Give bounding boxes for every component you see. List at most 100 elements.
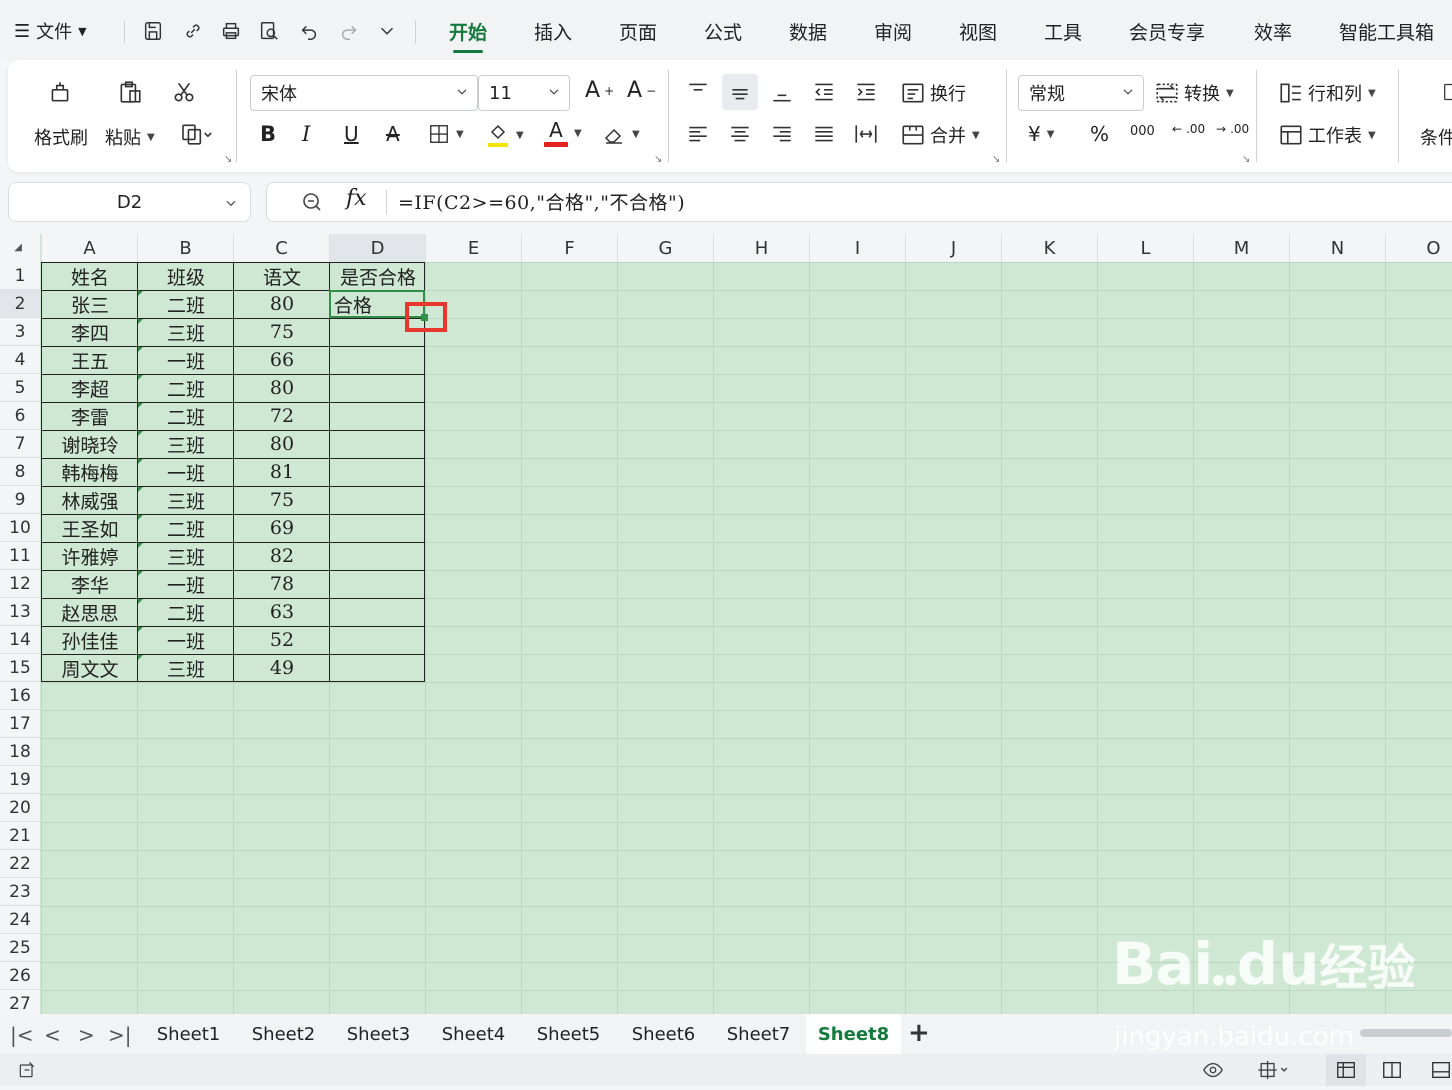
row-header[interactable]: 19 [0, 766, 40, 794]
cell[interactable]: 周文文 [42, 654, 138, 682]
cell[interactable]: 69 [234, 514, 330, 542]
row-header[interactable]: 17 [0, 710, 40, 738]
file-menu[interactable]: ☰ 文件 ▼ [14, 18, 87, 44]
distribute-icon[interactable] [852, 120, 880, 148]
column-header[interactable]: C [234, 234, 330, 262]
paste-icon[interactable] [114, 76, 146, 108]
tab-page[interactable]: 页面 [619, 18, 657, 45]
row-header[interactable]: 4 [0, 346, 40, 374]
print-icon[interactable] [219, 19, 243, 43]
cell[interactable]: 81 [234, 458, 330, 486]
format-painter-label[interactable]: 格式刷 [34, 124, 88, 150]
cell[interactable]: 孙佳佳 [42, 626, 138, 654]
column-header[interactable]: H [714, 234, 810, 262]
column-header[interactable]: E [426, 234, 522, 262]
cell[interactable] [330, 458, 426, 486]
cell[interactable]: 49 [234, 654, 330, 682]
row-header[interactable]: 24 [0, 906, 40, 934]
merge-button[interactable]: 合并 ▼ [900, 122, 980, 148]
decrease-font-size-button[interactable]: A − [627, 78, 656, 103]
cell[interactable] [330, 514, 426, 542]
cell[interactable]: 三班 [138, 542, 234, 570]
cell[interactable]: 赵思思 [42, 598, 138, 626]
cell[interactable]: 李华 [42, 570, 138, 598]
normal-view-icon[interactable] [1326, 1054, 1366, 1086]
row-header[interactable]: 13 [0, 598, 40, 626]
copy-icon[interactable] [174, 120, 218, 148]
font-size-select[interactable]: 11 [478, 75, 570, 111]
cell[interactable]: 三班 [138, 654, 234, 682]
row-header[interactable]: 25 [0, 934, 40, 962]
cell[interactable]: 66 [234, 346, 330, 374]
format-painter-icon[interactable] [44, 76, 76, 108]
cell[interactable]: 一班 [138, 458, 234, 486]
prev-sheet-icon[interactable]: < [44, 1023, 61, 1047]
row-header[interactable]: 22 [0, 850, 40, 878]
strikethrough-button[interactable]: A [386, 122, 400, 146]
fill-handle[interactable] [421, 314, 428, 321]
row-header[interactable]: 6 [0, 402, 40, 430]
bold-button[interactable]: B [260, 122, 276, 146]
cell[interactable]: 韩梅梅 [42, 458, 138, 486]
column-header[interactable]: A [42, 234, 138, 262]
row-col-button[interactable]: 行和列 ▼ [1278, 80, 1376, 106]
page-view-icon[interactable] [1380, 1059, 1406, 1081]
freeze-icon[interactable] [1254, 1059, 1294, 1081]
cell[interactable]: 姓名 [42, 262, 138, 290]
cell[interactable]: 班级 [138, 262, 234, 290]
cell[interactable]: 三班 [138, 430, 234, 458]
row-header[interactable]: 12 [0, 570, 40, 598]
cell[interactable] [330, 654, 426, 682]
add-sheet-button[interactable]: + [908, 1018, 930, 1048]
column-header[interactable]: N [1290, 234, 1386, 262]
cell[interactable] [330, 374, 426, 402]
tab-formula[interactable]: 公式 [704, 18, 742, 45]
cell[interactable] [330, 486, 426, 514]
cell[interactable]: 52 [234, 626, 330, 654]
column-header[interactable]: G [618, 234, 714, 262]
eye-icon[interactable] [1200, 1059, 1226, 1081]
cell[interactable]: 80 [234, 374, 330, 402]
align-center-icon[interactable] [726, 120, 754, 148]
page-break-view-icon[interactable] [1430, 1059, 1452, 1081]
decrease-decimal-button[interactable]: → .00 [1216, 122, 1249, 136]
cell[interactable]: 一班 [138, 626, 234, 654]
undo-icon[interactable] [297, 19, 321, 43]
save-icon[interactable] [141, 19, 165, 43]
name-box[interactable]: D2 [8, 182, 251, 222]
cell[interactable] [330, 402, 426, 430]
align-left-icon[interactable] [684, 120, 712, 148]
align-right-icon[interactable] [768, 120, 796, 148]
align-middle-icon[interactable] [722, 74, 758, 110]
decrease-indent-icon[interactable] [810, 78, 838, 106]
cell[interactable]: 李超 [42, 374, 138, 402]
column-header[interactable]: D [330, 234, 426, 262]
cell[interactable]: 82 [234, 542, 330, 570]
sheet-tab[interactable]: Sheet4 [426, 1014, 521, 1054]
column-header[interactable]: M [1194, 234, 1290, 262]
row-header[interactable]: 2 [0, 290, 40, 318]
cell[interactable]: 一班 [138, 346, 234, 374]
tab-view[interactable]: 视图 [959, 18, 997, 45]
row-header[interactable]: 11 [0, 542, 40, 570]
cell[interactable]: 三班 [138, 318, 234, 346]
row-header[interactable]: 5 [0, 374, 40, 402]
cell[interactable]: 林威强 [42, 486, 138, 514]
next-sheet-icon[interactable]: > [78, 1023, 95, 1047]
cell[interactable]: 72 [234, 402, 330, 430]
cell[interactable]: 二班 [138, 374, 234, 402]
last-sheet-icon[interactable]: >| [108, 1023, 132, 1047]
cell[interactable]: 谢晓玲 [42, 430, 138, 458]
row-header[interactable]: 14 [0, 626, 40, 654]
column-header[interactable]: K [1002, 234, 1098, 262]
sheet-tab[interactable]: Sheet5 [521, 1014, 616, 1054]
percent-button[interactable]: % [1090, 122, 1109, 146]
wrap-text-button[interactable]: 换行 [900, 80, 966, 106]
convert-button[interactable]: 转换 ▼ [1154, 80, 1234, 106]
column-header[interactable]: O [1386, 234, 1452, 262]
underline-button[interactable]: U [344, 122, 359, 146]
cell[interactable]: 63 [234, 598, 330, 626]
first-sheet-icon[interactable]: |< [10, 1023, 34, 1047]
macro-icon[interactable] [16, 1060, 38, 1080]
cell[interactable]: 王五 [42, 346, 138, 374]
